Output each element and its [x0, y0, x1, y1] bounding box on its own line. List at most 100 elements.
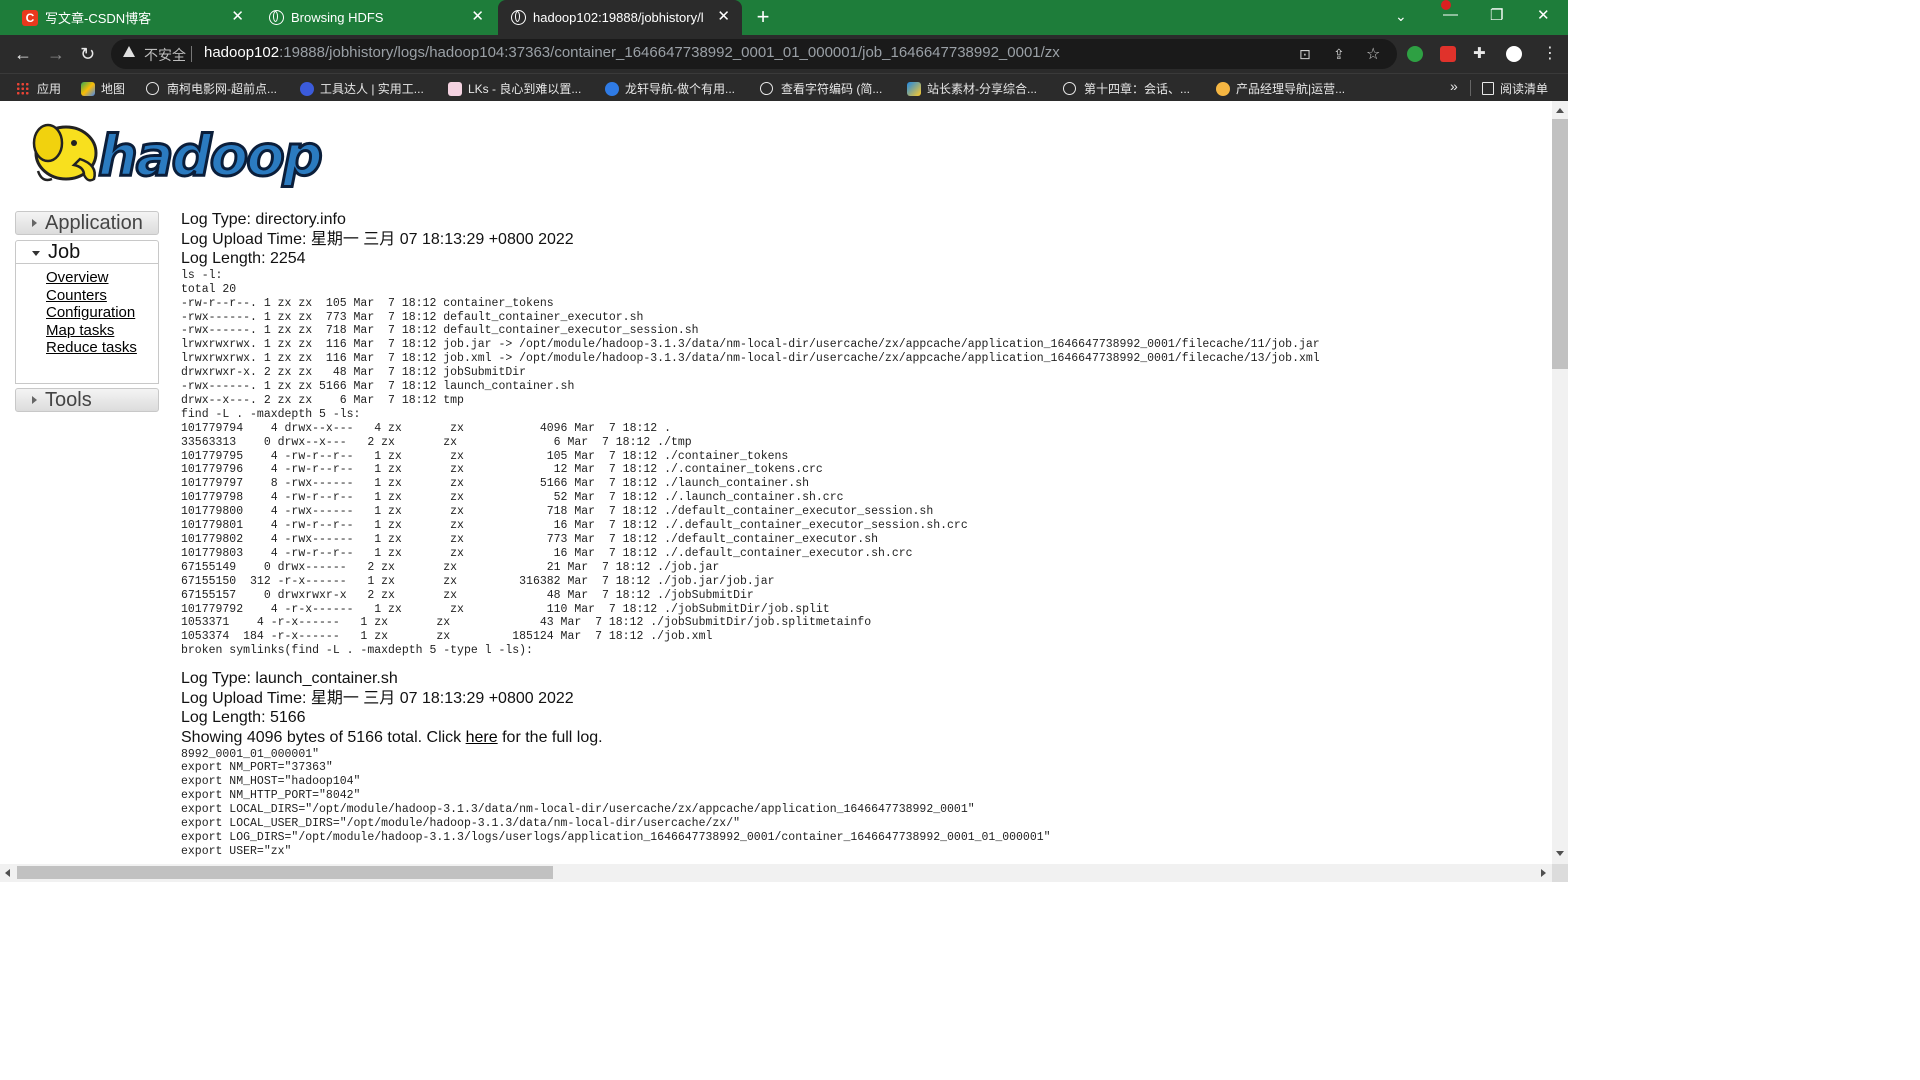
bookmark-label: 产品经理导航|运营... — [1236, 82, 1346, 96]
bookmark-sucai[interactable]: 站长素材-分享综合... — [907, 80, 1037, 97]
link-reduce-tasks[interactable]: Reduce tasks — [46, 339, 158, 357]
log-line: 101779796 4 -rw-r--r-- 1 zx zx 12 Mar 7 … — [181, 463, 823, 477]
tab-jobhistory[interactable]: hadoop102:19888/jobhistory/l ✕ — [498, 0, 742, 35]
log-upload-time: Log Upload Time: 星期一 三月 07 18:13:29 +080… — [181, 689, 574, 707]
minimize-icon[interactable]: — — [1443, 6, 1458, 23]
globe-icon — [146, 82, 159, 95]
extensions-puzzle-icon[interactable]: ✚ — [1473, 44, 1486, 64]
scroll-left-icon[interactable] — [5, 869, 10, 877]
menu-tools[interactable]: Tools — [15, 388, 159, 412]
notice-suffix: for the full log. — [497, 728, 603, 746]
log-line: 67155150 312 -r-x------ 1 zx zx 316382 M… — [181, 574, 775, 588]
link-map-tasks[interactable]: Map tasks — [46, 322, 158, 340]
log-line: ls -l: — [181, 268, 223, 282]
bookmark-label: 应用 — [37, 82, 62, 96]
link-configuration[interactable]: Configuration — [46, 304, 158, 322]
log-line: drwx--x---. 2 zx zx 6 Mar 7 18:12 tmp — [181, 393, 464, 407]
bookmark-label: 南柯电影网-超前点... — [167, 82, 277, 96]
notice-prefix: Showing 4096 bytes of 5166 total. Click — [181, 728, 466, 746]
close-icon[interactable]: ✕ — [231, 9, 244, 25]
bookmark-lks[interactable]: LKs - 良心到难以置... — [448, 80, 581, 97]
warning-icon — [123, 46, 135, 57]
log-line: export LOCAL_USER_DIRS="/opt/module/hado… — [181, 817, 740, 831]
bookmark-charset[interactable]: 查看字符编码 (简... — [760, 80, 882, 97]
scroll-right-icon[interactable] — [1541, 869, 1546, 877]
bookmark-star-icon[interactable]: ☆ — [1366, 44, 1380, 64]
forward-icon[interactable]: → — [47, 44, 65, 64]
bookmark-apps[interactable]: 应用 — [16, 80, 61, 97]
horizontal-scrollbar[interactable] — [0, 864, 1552, 882]
chevron-right-icon — [32, 219, 37, 227]
profile-avatar-icon[interactable] — [1506, 46, 1522, 62]
log-line: export LOCAL_DIRS="/opt/module/hadoop-3.… — [181, 803, 975, 817]
bookmark-label: 龙轩导航-做个有用... — [625, 82, 735, 96]
log-line: export NM_PORT="37363" — [181, 761, 333, 775]
close-window-icon[interactable]: ✕ — [1537, 6, 1550, 24]
url-host: hadoop102 — [204, 44, 280, 61]
share-icon[interactable]: ⇪ — [1333, 46, 1345, 63]
job-submenu: Overview Counters Configuration Map task… — [15, 264, 159, 384]
bookmarks-more-icon[interactable]: » — [1450, 78, 1458, 94]
chevron-right-icon — [32, 396, 37, 404]
back-icon[interactable]: ← — [14, 44, 32, 64]
url-text[interactable]: hadoop102:19888/jobhistory/logs/hadoop10… — [204, 44, 1060, 61]
menu-application[interactable]: Application — [15, 211, 159, 235]
log-line: 101779798 4 -rw-r--r-- 1 zx zx 52 Mar 7 … — [181, 491, 844, 505]
security-label[interactable]: 不安全 — [144, 45, 186, 65]
tab-csdn[interactable]: C 写文章-CSDN博客 ✕ — [0, 0, 256, 35]
log-line: 101779801 4 -rw-r--r-- 1 zx zx 16 Mar 7 … — [181, 519, 968, 533]
globe-icon — [510, 10, 526, 26]
bookmark-pm-nav[interactable]: 产品经理导航|运营... — [1216, 80, 1345, 97]
extension-green-icon[interactable] — [1407, 46, 1423, 62]
globe-icon — [760, 82, 773, 95]
log-line: find -L . -maxdepth 5 -ls: — [181, 407, 361, 421]
bookmark-nanke[interactable]: 南柯电影网-超前点... — [146, 80, 277, 97]
url-path: :19888/jobhistory/logs/hadoop104:37363/c… — [279, 44, 1060, 61]
tab-title: 写文章-CSDN博客 — [45, 11, 152, 26]
restore-icon[interactable]: ❐ — [1490, 6, 1503, 24]
link-counters[interactable]: Counters — [46, 287, 158, 305]
tab-search-icon[interactable]: ⌄ — [1395, 8, 1407, 25]
page-viewport: hadoop Application Job Overview Counters… — [0, 101, 1552, 864]
close-icon[interactable]: ✕ — [717, 9, 730, 25]
bookmark-longxuan[interactable]: 龙轩导航-做个有用... — [605, 80, 735, 97]
log-type: Log Type: directory.info — [181, 211, 346, 228]
bookmark-tools[interactable]: 工具达人 | 实用工... — [300, 80, 424, 97]
log-type: Log Type: launch_container.sh — [181, 670, 398, 688]
close-icon[interactable]: ✕ — [471, 9, 484, 25]
log-line: 1053374 184 -r-x------ 1 zx zx 185124 Ma… — [181, 630, 713, 644]
new-tab-button[interactable]: + — [752, 6, 774, 28]
translate-icon[interactable]: ⊡ — [1299, 46, 1311, 63]
full-log-link[interactable]: here — [466, 729, 498, 746]
bookmark-maps[interactable]: 地图 — [81, 80, 125, 97]
reload-icon[interactable]: ↻ — [80, 44, 95, 64]
tab-strip: C 写文章-CSDN博客 ✕ Browsing HDFS ✕ hadoop102… — [0, 0, 1568, 35]
extension-red-icon[interactable] — [1440, 46, 1456, 62]
scroll-up-icon[interactable] — [1556, 108, 1564, 113]
address-bar[interactable]: 不安全 hadoop102:19888/jobhistory/logs/hado… — [111, 39, 1397, 69]
log-line: 101779792 4 -r-x------ 1 zx zx 110 Mar 7… — [181, 602, 830, 616]
log-length: Log Length: 2254 — [181, 250, 306, 268]
bookmark-label: 地图 — [101, 82, 126, 96]
tools-icon — [300, 81, 314, 96]
tab-browsing-hdfs[interactable]: Browsing HDFS ✕ — [246, 0, 496, 35]
menu-kebab-icon[interactable]: ⋮ — [1542, 44, 1558, 64]
scrollbar-corner — [1552, 864, 1568, 882]
vertical-scrollbar[interactable] — [1552, 101, 1568, 864]
reading-list-button[interactable]: 阅读清单 — [1482, 80, 1548, 97]
nav-icon — [605, 81, 619, 96]
log-line: -rwx------. 1 zx zx 5166 Mar 7 18:12 lau… — [181, 380, 575, 394]
reading-list-icon — [1482, 82, 1494, 95]
vertical-scroll-thumb[interactable] — [1552, 119, 1568, 369]
scroll-down-icon[interactable] — [1556, 851, 1564, 856]
menu-job[interactable]: Job — [15, 240, 159, 264]
maps-icon — [81, 81, 95, 96]
log-line: -rw-r--r--. 1 zx zx 105 Mar 7 18:12 cont… — [181, 296, 554, 310]
sc-icon — [907, 81, 921, 96]
apps-grid-icon — [16, 82, 29, 95]
log-line: broken symlinks(find -L . -maxdepth 5 -t… — [181, 644, 533, 658]
bookmark-chapter14[interactable]: 第十四章：会话、... — [1063, 80, 1190, 97]
link-overview[interactable]: Overview — [46, 269, 158, 287]
horizontal-scroll-thumb[interactable] — [17, 866, 553, 879]
bookmark-label: 查看字符编码 (简... — [781, 82, 883, 96]
